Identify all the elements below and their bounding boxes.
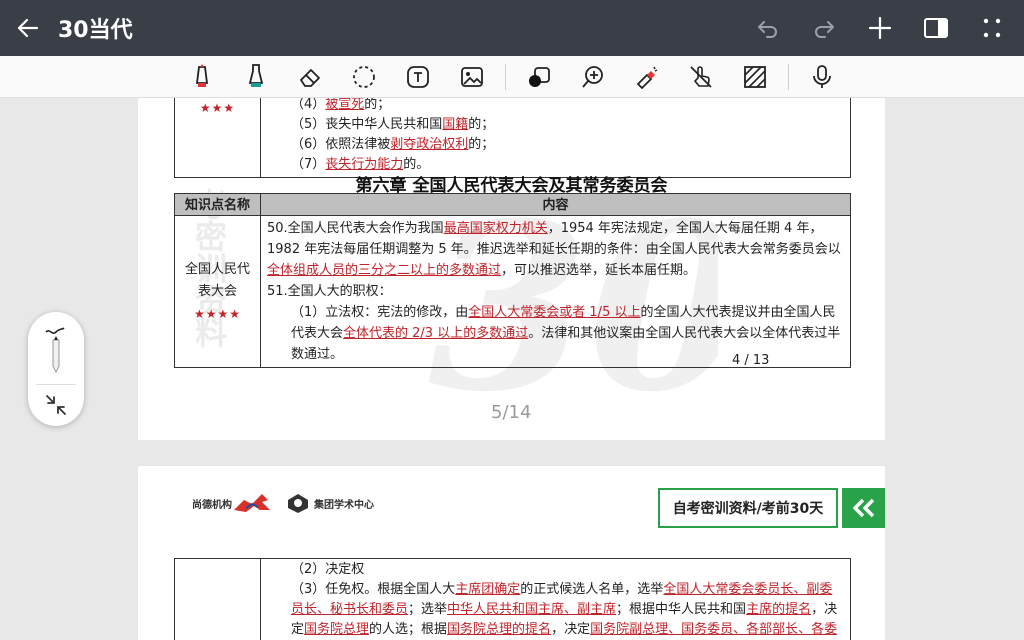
add-button[interactable]	[862, 10, 898, 46]
zoom-tool[interactable]	[575, 59, 611, 95]
table-cell-content: （4）被宣死的； （5）丧失中华人民共和国国籍的； （6）依照法律被剥夺政治权利…	[260, 98, 851, 178]
document-title: 30当代	[58, 18, 133, 43]
image-insert-icon	[461, 66, 483, 87]
pen-red-icon	[195, 63, 209, 87]
collapse-widget-button[interactable]	[28, 390, 84, 420]
laser-pointer-icon	[636, 66, 658, 89]
pen-nib-icon	[45, 327, 65, 374]
table-cell-name: ★★★	[174, 98, 261, 178]
plus-icon	[868, 16, 892, 40]
lasso-select-icon	[353, 65, 375, 88]
arrow-left-icon	[17, 18, 39, 38]
shape-tool[interactable]	[521, 59, 557, 95]
app-bar: 30当代	[0, 0, 1024, 56]
page-indicator: 5/14	[491, 402, 532, 423]
more-grid-icon	[983, 18, 1001, 38]
finger-draw-tool[interactable]	[683, 59, 719, 95]
importance-stars: ★★★★	[193, 306, 242, 321]
column-header-name: 知识点名称	[174, 193, 261, 216]
annotation-toolbar	[0, 56, 1024, 98]
toolbar-divider	[505, 63, 506, 90]
voice-tool[interactable]	[804, 59, 840, 95]
table-header-row: 知识点名称 内容	[174, 193, 851, 216]
shape-icon	[529, 66, 550, 87]
active-pen-button[interactable]	[28, 320, 84, 378]
widget-divider	[36, 384, 76, 385]
lasso-tool[interactable]	[346, 59, 382, 95]
inner-page-number: 4 / 13	[732, 353, 770, 368]
toolbar-divider	[788, 63, 789, 90]
text-box-icon	[407, 65, 429, 88]
paragraph: （3）任免权。根据全国人大主席团确定的正式候选人名单，选举全国人大常委会委员长、…	[291, 582, 838, 637]
laser-pointer-tool[interactable]	[629, 59, 665, 95]
table-cell-content: （2）决定权 （3）任免权。根据全国人大主席团确定的正式候选人名单，选举全国人大…	[260, 558, 851, 640]
double-chevron-left-icon	[852, 498, 874, 518]
eraser-tool[interactable]	[292, 59, 328, 95]
table-row: ★★★ （4）被宣死的； （5）丧失中华人民共和国国籍的； （6）依照法律被剥夺…	[174, 98, 851, 178]
finger-draw-icon	[690, 65, 712, 88]
more-button[interactable]	[974, 10, 1010, 46]
paragraph: 51.全国人大的职权：	[267, 284, 392, 299]
pattern-tool[interactable]	[737, 59, 773, 95]
importance-stars: ★★★	[199, 101, 236, 115]
side-panel-icon	[924, 18, 948, 38]
microphone-icon	[813, 64, 831, 88]
table-cell-name: 全国人民代 表大会 ★★★★	[174, 215, 261, 368]
brand-chevron-tab	[842, 488, 885, 528]
table-cell-name	[174, 558, 261, 640]
column-header-content: 内容	[260, 193, 851, 216]
table-cell-content: 50.全国人民代表大会作为我国最高国家权力机关，1954 年宪法规定，全国人大每…	[260, 215, 851, 368]
redo-icon	[815, 21, 834, 38]
document-page: 尚德机构 集团学术中心 自考密训资料/考前30天 （2）决定权 （3）任免权。根…	[138, 466, 885, 640]
knowledge-table-prev: ★★★ （4）被宣死的； （5）丧失中华人民共和国国籍的； （6）依照法律被剥夺…	[174, 98, 851, 178]
knowledge-table: 知识点名称 内容 全国人民代 表大会 ★★★★ 50.全国人民代表大会作为我国最…	[174, 193, 851, 368]
brand-banner: 自考密训资料/考前30天	[658, 488, 838, 528]
knowledge-table-next: （2）决定权 （3）任免权。根据全国人大主席团确定的正式候选人名单，选举全国人大…	[174, 558, 851, 640]
floating-pen-widget	[28, 312, 84, 426]
list-item: （4）被宣死的；	[291, 98, 391, 112]
paragraph: 50.全国人民代表大会作为我国最高国家权力机关，1954 年宪法规定，全国人大每…	[267, 221, 841, 278]
horse-logo-icon	[234, 494, 270, 512]
list-item: （6）依照法律被剥夺政治权利的；	[291, 137, 495, 152]
image-tool[interactable]	[454, 59, 490, 95]
undo-button[interactable]	[750, 10, 786, 46]
table-row: 全国人民代 表大会 ★★★★ 50.全国人民代表大会作为我国最高国家权力机关，1…	[174, 215, 851, 368]
document-page: 30 考密训资料 ★★★ （4）被宣死的； （5）丧失中华人民共和国国籍的； （…	[138, 98, 885, 440]
side-panel-button[interactable]	[918, 10, 954, 46]
text-tool[interactable]	[400, 59, 436, 95]
zoom-in-icon	[582, 65, 603, 88]
highlighter-tool[interactable]	[238, 59, 274, 95]
logo-sunlands: 尚德机构	[192, 491, 278, 515]
pattern-icon	[744, 65, 766, 88]
logo-academic-center: 集团学术中心	[286, 491, 374, 515]
eraser-icon	[300, 68, 320, 87]
emblem-logo-icon	[288, 494, 308, 513]
collapse-arrows-icon	[46, 395, 66, 415]
undo-icon	[758, 21, 777, 38]
paragraph: （2）决定权	[291, 562, 365, 577]
table-row: （2）决定权 （3）任免权。根据全国人大主席团确定的正式候选人名单，选举全国人大…	[174, 558, 851, 640]
list-item: （5）丧失中华人民共和国国籍的；	[291, 117, 495, 132]
back-button[interactable]	[0, 0, 56, 56]
highlighter-icon	[248, 63, 264, 87]
pen-tool[interactable]	[184, 59, 220, 95]
redo-button[interactable]	[806, 10, 842, 46]
